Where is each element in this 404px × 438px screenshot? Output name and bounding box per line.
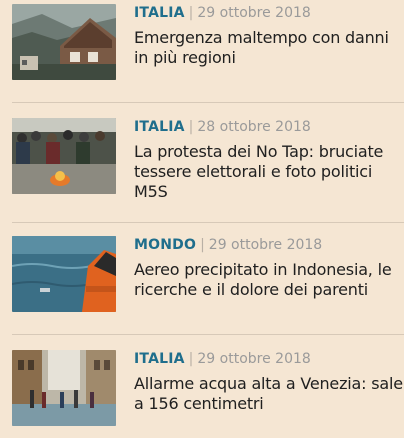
article-thumbnail[interactable] — [12, 4, 116, 80]
article-date: 29 ottobre 2018 — [208, 237, 323, 253]
divider — [12, 222, 404, 223]
article-thumbnail[interactable] — [12, 118, 116, 194]
meta-separator: | — [188, 5, 194, 21]
article-text: MONDO | 29 ottobre 2018 Aereo precipitato … — [134, 236, 404, 300]
article-meta: ITALIA | 29 ottobre 2018 — [134, 4, 404, 22]
article-title[interactable]: La protesta dei No Tap: bruciate tessere… — [134, 142, 404, 202]
mountain-village-photo — [12, 4, 116, 80]
article-text: ITALIA | 29 ottobre 2018 Allarme acqua alt… — [134, 350, 404, 414]
article-title[interactable]: Aereo precipitato in Indonesia, le ricer… — [134, 260, 404, 300]
article-meta: MONDO | 29 ottobre 2018 — [134, 236, 404, 254]
article-date: 29 ottobre 2018 — [197, 5, 311, 21]
meta-separator: | — [188, 119, 194, 135]
category-label[interactable]: ITALIA — [134, 119, 185, 135]
article-date: 29 ottobre 2018 — [197, 351, 311, 367]
sea-rescue-photo — [12, 236, 116, 312]
divider — [12, 334, 404, 335]
news-item[interactable]: MONDO | 29 ottobre 2018 Aereo precipitato … — [12, 236, 404, 324]
venice-flood-photo — [12, 350, 116, 426]
category-label[interactable]: ITALIA — [134, 351, 185, 367]
meta-separator: | — [188, 351, 194, 367]
article-meta: ITALIA | 29 ottobre 2018 — [134, 350, 404, 368]
protest-crowd-photo — [12, 118, 116, 194]
article-title[interactable]: Emergenza maltempo con danni in più regi… — [134, 28, 404, 68]
article-text: ITALIA | 28 ottobre 2018 La protesta dei N… — [134, 118, 404, 202]
category-label[interactable]: ITALIA — [134, 5, 185, 21]
article-thumbnail[interactable] — [12, 350, 116, 426]
article-title[interactable]: Allarme acqua alta a Venezia: sale a 156… — [134, 374, 404, 414]
meta-separator: | — [200, 237, 205, 253]
article-text: ITALIA | 29 ottobre 2018 Emergenza maltemp… — [134, 4, 404, 68]
divider — [12, 102, 404, 103]
article-thumbnail[interactable] — [12, 236, 116, 312]
article-meta: ITALIA | 28 ottobre 2018 — [134, 118, 404, 136]
news-item[interactable]: ITALIA | 29 ottobre 2018 Emergenza maltemp… — [12, 4, 404, 92]
category-label[interactable]: MONDO — [134, 237, 196, 253]
article-date: 28 ottobre 2018 — [197, 119, 311, 135]
news-item[interactable]: ITALIA | 28 ottobre 2018 La protesta dei N… — [12, 118, 404, 206]
